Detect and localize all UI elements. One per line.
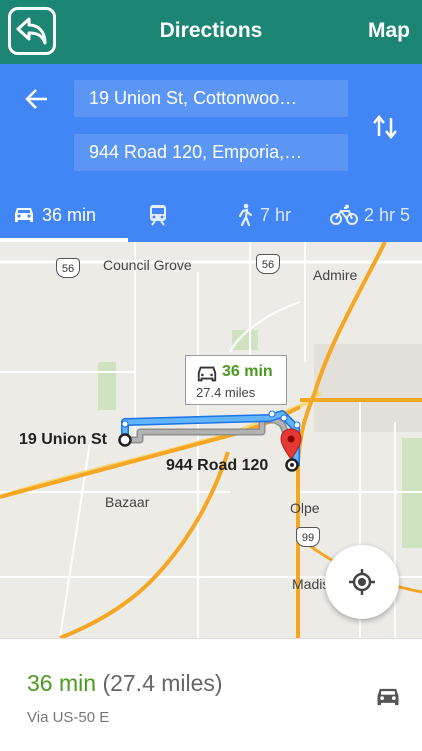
page-title: Directions: [159, 19, 263, 42]
bike-icon: [330, 204, 358, 225]
car-icon: [197, 366, 217, 382]
mode-drive[interactable]: 36 min: [12, 202, 96, 228]
directions-panel: 19 Union St, Cottonwoo… 944 Road 120, Em…: [0, 64, 422, 242]
mode-walk-label: 7 hr: [260, 204, 292, 225]
crosshair-icon: [349, 569, 375, 595]
route-summary[interactable]: 36 min (27.4 miles) Via US-50 E: [0, 638, 422, 751]
travel-modes: 36 min 7 hr 2 hr 5: [0, 194, 422, 242]
summary-duration: 36 min: [27, 670, 97, 696]
car-icon: [377, 688, 399, 706]
mode-transit[interactable]: [148, 202, 174, 228]
us56-shield-left: 56: [56, 258, 80, 278]
label-council-grove: Council Grove: [103, 257, 192, 273]
label-madis: Madis: [292, 576, 330, 592]
destination-marker-icon: [285, 458, 299, 472]
route99-shield: 99: [296, 527, 320, 547]
origin-field[interactable]: 19 Union St, Cottonwoo…: [74, 80, 348, 117]
summary-distance: (27.4 miles): [102, 670, 223, 696]
label-admire: Admire: [313, 267, 358, 283]
mode-drive-label: 36 min: [42, 204, 97, 225]
callout-duration: 36 min: [222, 363, 273, 380]
mode-bike-label: 2 hr 5: [364, 204, 411, 225]
summary-line: 36 min (27.4 miles): [27, 670, 223, 697]
origin-marker-icon[interactable]: [117, 432, 133, 448]
callout-distance: 27.4 miles: [196, 385, 256, 400]
label-olpe: Olpe: [290, 500, 320, 516]
destination-pin-icon[interactable]: [280, 428, 302, 460]
label-bazaar: Bazaar: [105, 494, 150, 510]
route-callout[interactable]: 36 min 27.4 miles: [185, 355, 287, 405]
my-location-button[interactable]: [325, 545, 399, 619]
map-button[interactable]: Map: [368, 19, 410, 43]
mode-walk[interactable]: 7 hr: [236, 202, 291, 228]
us56-shield-right: 56: [256, 254, 280, 274]
origin-label: 19 Union St: [19, 431, 108, 448]
car-icon: [15, 208, 33, 222]
mode-bike[interactable]: 2 hr 5: [330, 202, 410, 228]
map-view[interactable]: 56 Council Grove 56 Admire Bazaar Olpe 9…: [0, 242, 422, 638]
destination-label: 944 Road 120: [166, 457, 269, 474]
top-bar: Directions Map: [0, 0, 422, 64]
swap-icon[interactable]: [370, 112, 400, 142]
summary-via: Via US-50 E: [27, 709, 110, 726]
destination-field[interactable]: 944 Road 120, Emporia,…: [74, 134, 348, 171]
arrow-left-icon[interactable]: [24, 86, 50, 112]
walk-icon: [238, 203, 253, 227]
train-icon: [150, 205, 166, 226]
